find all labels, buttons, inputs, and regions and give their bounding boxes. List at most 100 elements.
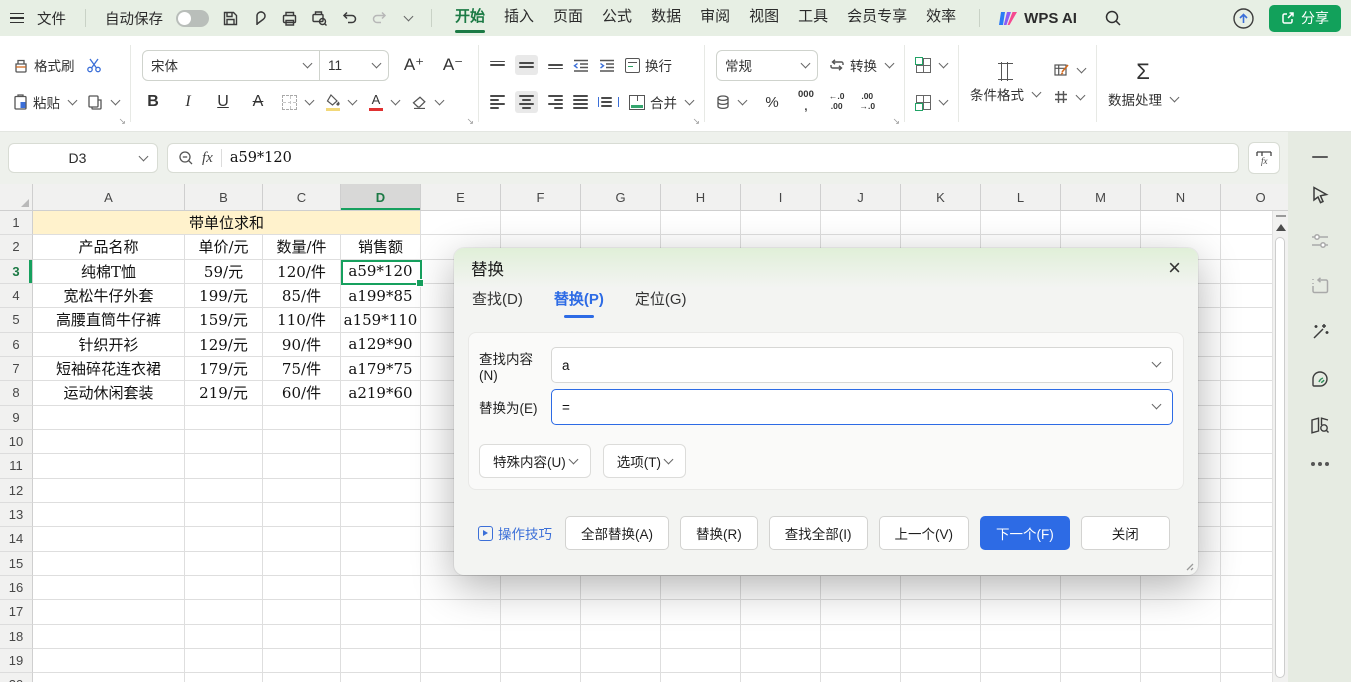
cell-C12[interactable]: [263, 479, 341, 503]
currency-format-button[interactable]: [716, 95, 746, 110]
column-header-N[interactable]: N: [1141, 184, 1221, 211]
cell-B4[interactable]: 199/元: [185, 284, 263, 308]
cell-D6[interactable]: a129*90: [341, 333, 421, 357]
copy-button[interactable]: [87, 94, 119, 110]
row-header-5[interactable]: 5: [0, 308, 33, 332]
cell-C11[interactable]: [263, 454, 341, 478]
align-top-button[interactable]: [490, 61, 505, 70]
percent-format-button[interactable]: %: [761, 94, 783, 111]
column-header-C[interactable]: C: [263, 184, 341, 211]
distributed-button[interactable]: [598, 97, 619, 107]
magic-wand-icon[interactable]: [1310, 322, 1330, 342]
rows-columns-button[interactable]: [916, 58, 947, 73]
cell-D17[interactable]: [341, 600, 421, 624]
ribbon-tab-7[interactable]: 视图: [749, 0, 779, 36]
cell-O2[interactable]: [1221, 235, 1272, 259]
cell-L20[interactable]: [981, 673, 1061, 682]
formula-content[interactable]: a59*120: [230, 150, 292, 166]
zoom-search-icon[interactable]: [178, 150, 194, 166]
dialog-button-2[interactable]: 替换(R): [680, 516, 758, 550]
clear-format-button[interactable]: [412, 96, 443, 109]
cell-B18[interactable]: [185, 625, 263, 649]
cell-H1[interactable]: [661, 211, 741, 235]
cell-F1[interactable]: [501, 211, 581, 235]
align-middle-button[interactable]: [515, 55, 538, 75]
dialog-button-3[interactable]: 查找全部(I): [769, 516, 868, 550]
cell-H17[interactable]: [661, 600, 741, 624]
cell-F17[interactable]: [501, 600, 581, 624]
replace-input[interactable]: [551, 389, 1173, 425]
ribbon-tab-3[interactable]: 页面: [553, 0, 583, 36]
dialog-tab-1[interactable]: 查找(D): [472, 288, 523, 318]
cell-L1[interactable]: [981, 211, 1061, 235]
cell-D13[interactable]: [341, 503, 421, 527]
cell-H16[interactable]: [661, 576, 741, 600]
cell-D20[interactable]: [341, 673, 421, 682]
vertical-scrollbar[interactable]: [1272, 211, 1288, 682]
cell-N20[interactable]: [1141, 673, 1221, 682]
cell-G1[interactable]: [581, 211, 661, 235]
row-header-7[interactable]: 7: [0, 357, 33, 381]
more-options-icon[interactable]: [1311, 462, 1329, 466]
row-header-19[interactable]: 19: [0, 649, 33, 673]
cell-O9[interactable]: [1221, 406, 1272, 430]
dialog-tab-3[interactable]: 定位(G): [635, 288, 687, 318]
row-header-4[interactable]: 4: [0, 284, 33, 308]
increase-indent-button[interactable]: [599, 59, 615, 72]
strikethrough-button[interactable]: A: [247, 93, 269, 111]
row-header-16[interactable]: 16: [0, 576, 33, 600]
file-menu[interactable]: 文件: [37, 8, 66, 29]
cell-J1[interactable]: [821, 211, 901, 235]
cell-A11[interactable]: [33, 454, 185, 478]
cell-style-button[interactable]: [1054, 90, 1085, 104]
formula-bar[interactable]: fx a59*120: [167, 143, 1239, 173]
align-left-button[interactable]: [490, 95, 505, 109]
row-header-14[interactable]: 14: [0, 527, 33, 551]
cell-K19[interactable]: [901, 649, 981, 673]
cell-B20[interactable]: [185, 673, 263, 682]
cell-C9[interactable]: [263, 406, 341, 430]
row-header-11[interactable]: 11: [0, 454, 33, 478]
cell-C6[interactable]: 90/件: [263, 333, 341, 357]
increase-decimal-button[interactable]: ←.0 .00: [829, 92, 845, 112]
cell-C20[interactable]: [263, 673, 341, 682]
column-header-E[interactable]: E: [421, 184, 501, 211]
align-right-button[interactable]: [548, 95, 563, 109]
row-header-8[interactable]: 8: [0, 381, 33, 405]
cell-N18[interactable]: [1141, 625, 1221, 649]
ribbon-tab-1[interactable]: 开始: [455, 0, 485, 36]
decrease-font-button[interactable]: A⁻: [439, 55, 467, 75]
cell-C17[interactable]: [263, 600, 341, 624]
cell-K20[interactable]: [901, 673, 981, 682]
cell-A8[interactable]: 运动休闲套装: [33, 381, 185, 405]
document-search-icon[interactable]: [1310, 416, 1330, 435]
cell-M19[interactable]: [1061, 649, 1141, 673]
split-handle[interactable]: [1276, 215, 1286, 217]
cell-E19[interactable]: [421, 649, 501, 673]
row-header-1[interactable]: 1: [0, 211, 33, 235]
collapse-ribbon-icon[interactable]: [1312, 156, 1328, 158]
ribbon-tab-10[interactable]: 效率: [926, 0, 956, 36]
cell-J17[interactable]: [821, 600, 901, 624]
cell-C2[interactable]: 数量/件: [263, 235, 341, 259]
ribbon-tab-8[interactable]: 工具: [798, 0, 828, 36]
cell-F18[interactable]: [501, 625, 581, 649]
convert-button[interactable]: 转换: [829, 55, 893, 75]
cell-O18[interactable]: [1221, 625, 1272, 649]
cell-A6[interactable]: 针织开衫: [33, 333, 185, 357]
cell-B7[interactable]: 179/元: [185, 357, 263, 381]
cell-B15[interactable]: [185, 552, 263, 576]
cell-N19[interactable]: [1141, 649, 1221, 673]
row-header-10[interactable]: 10: [0, 430, 33, 454]
align-center-button[interactable]: [515, 91, 538, 113]
cell-I16[interactable]: [741, 576, 821, 600]
cell-D8[interactable]: a219*60: [341, 381, 421, 405]
column-header-G[interactable]: G: [581, 184, 661, 211]
cell-C5[interactable]: 110/件: [263, 308, 341, 332]
cell-L17[interactable]: [981, 600, 1061, 624]
cell-B13[interactable]: [185, 503, 263, 527]
column-header-I[interactable]: I: [741, 184, 821, 211]
cell-I19[interactable]: [741, 649, 821, 673]
cell-O5[interactable]: [1221, 308, 1272, 332]
export-pdf-icon[interactable]: [252, 10, 268, 27]
